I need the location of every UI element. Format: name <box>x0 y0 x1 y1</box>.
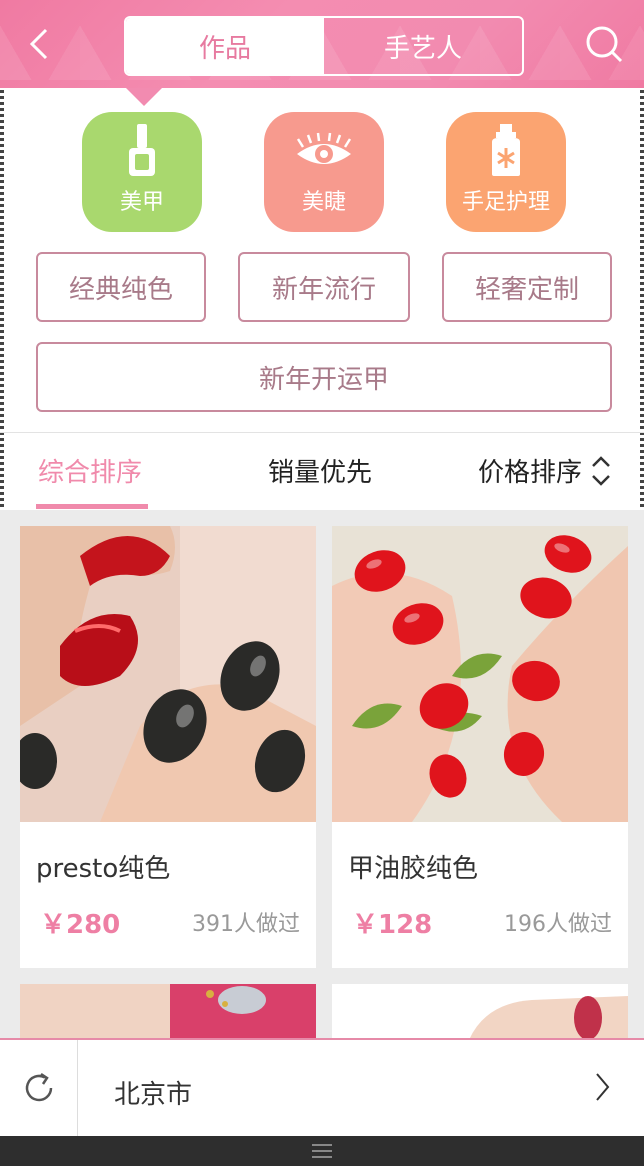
category-care[interactable]: 手足护理 <box>446 112 566 232</box>
product-card[interactable] <box>332 984 628 1040</box>
product-price: ￥128 <box>352 910 433 940</box>
category-lash[interactable]: 美睫 <box>264 112 384 232</box>
product-card[interactable]: 甲油胶纯色 ￥128 196人做过 <box>332 526 628 968</box>
category-care-label: 手足护理 <box>461 190 550 215</box>
product-card[interactable]: presto纯色 ￥280 391人做过 <box>20 526 316 968</box>
system-bar <box>0 1136 644 1166</box>
search-icon <box>586 26 623 63</box>
tag-luxury-custom[interactable]: 轻奢定制 <box>442 252 612 322</box>
back-button[interactable] <box>24 26 60 62</box>
sort-price[interactable]: 价格排序 <box>478 452 582 489</box>
sort-bar: 综合排序 销量优先 价格排序 <box>0 434 644 510</box>
tag-new-year-luck[interactable]: 新年开运甲 <box>36 342 612 412</box>
lotion-bottle-icon <box>492 124 520 176</box>
tab-artisans[interactable]: 手艺人 <box>324 18 522 74</box>
location-bar: 北京市 <box>0 1038 644 1136</box>
sort-sales[interactable]: 销量优先 <box>268 452 372 489</box>
product-title: 甲油胶纯色 <box>348 854 479 884</box>
chevron-left-icon <box>29 28 48 60</box>
product-count: 391人做过 <box>192 912 300 937</box>
top-header: 作品 手艺人 <box>0 0 644 88</box>
sort-active-underline <box>36 504 148 509</box>
tab-pointer <box>126 88 162 106</box>
tag-classic[interactable]: 经典纯色 <box>36 252 206 322</box>
product-card[interactable] <box>20 984 316 1040</box>
segmented-control: 作品 手艺人 <box>124 16 524 76</box>
sort-arrows-icon <box>592 456 610 486</box>
search-button[interactable] <box>584 24 624 64</box>
product-count: 196人做过 <box>504 912 612 937</box>
product-price: ￥280 <box>40 910 121 940</box>
chevron-right-icon[interactable] <box>592 1070 612 1104</box>
tag-new-year-trend[interactable]: 新年流行 <box>238 252 410 322</box>
sort-comprehensive[interactable]: 综合排序 <box>38 452 142 489</box>
product-image <box>20 526 316 822</box>
section-divider <box>0 432 644 433</box>
product-image <box>20 984 316 1040</box>
menu-icon[interactable] <box>312 1143 332 1159</box>
product-grid: presto纯色 ￥280 391人做过 甲油胶纯色 ￥128 196人做过 <box>0 510 644 1040</box>
category-nail[interactable]: 美甲 <box>82 112 202 232</box>
refresh-button[interactable] <box>0 1040 78 1136</box>
city-label[interactable]: 北京市 <box>114 1074 192 1111</box>
eyelash-icon <box>296 132 352 164</box>
product-image <box>332 526 628 822</box>
refresh-icon <box>25 1072 52 1102</box>
category-nail-label: 美甲 <box>119 190 164 215</box>
sort-price-label: 价格排序 <box>478 458 583 488</box>
nail-polish-icon <box>129 124 155 176</box>
tab-works[interactable]: 作品 <box>126 18 324 74</box>
category-lash-label: 美睫 <box>301 190 346 215</box>
product-title: presto纯色 <box>36 854 171 884</box>
product-image <box>332 984 628 1040</box>
